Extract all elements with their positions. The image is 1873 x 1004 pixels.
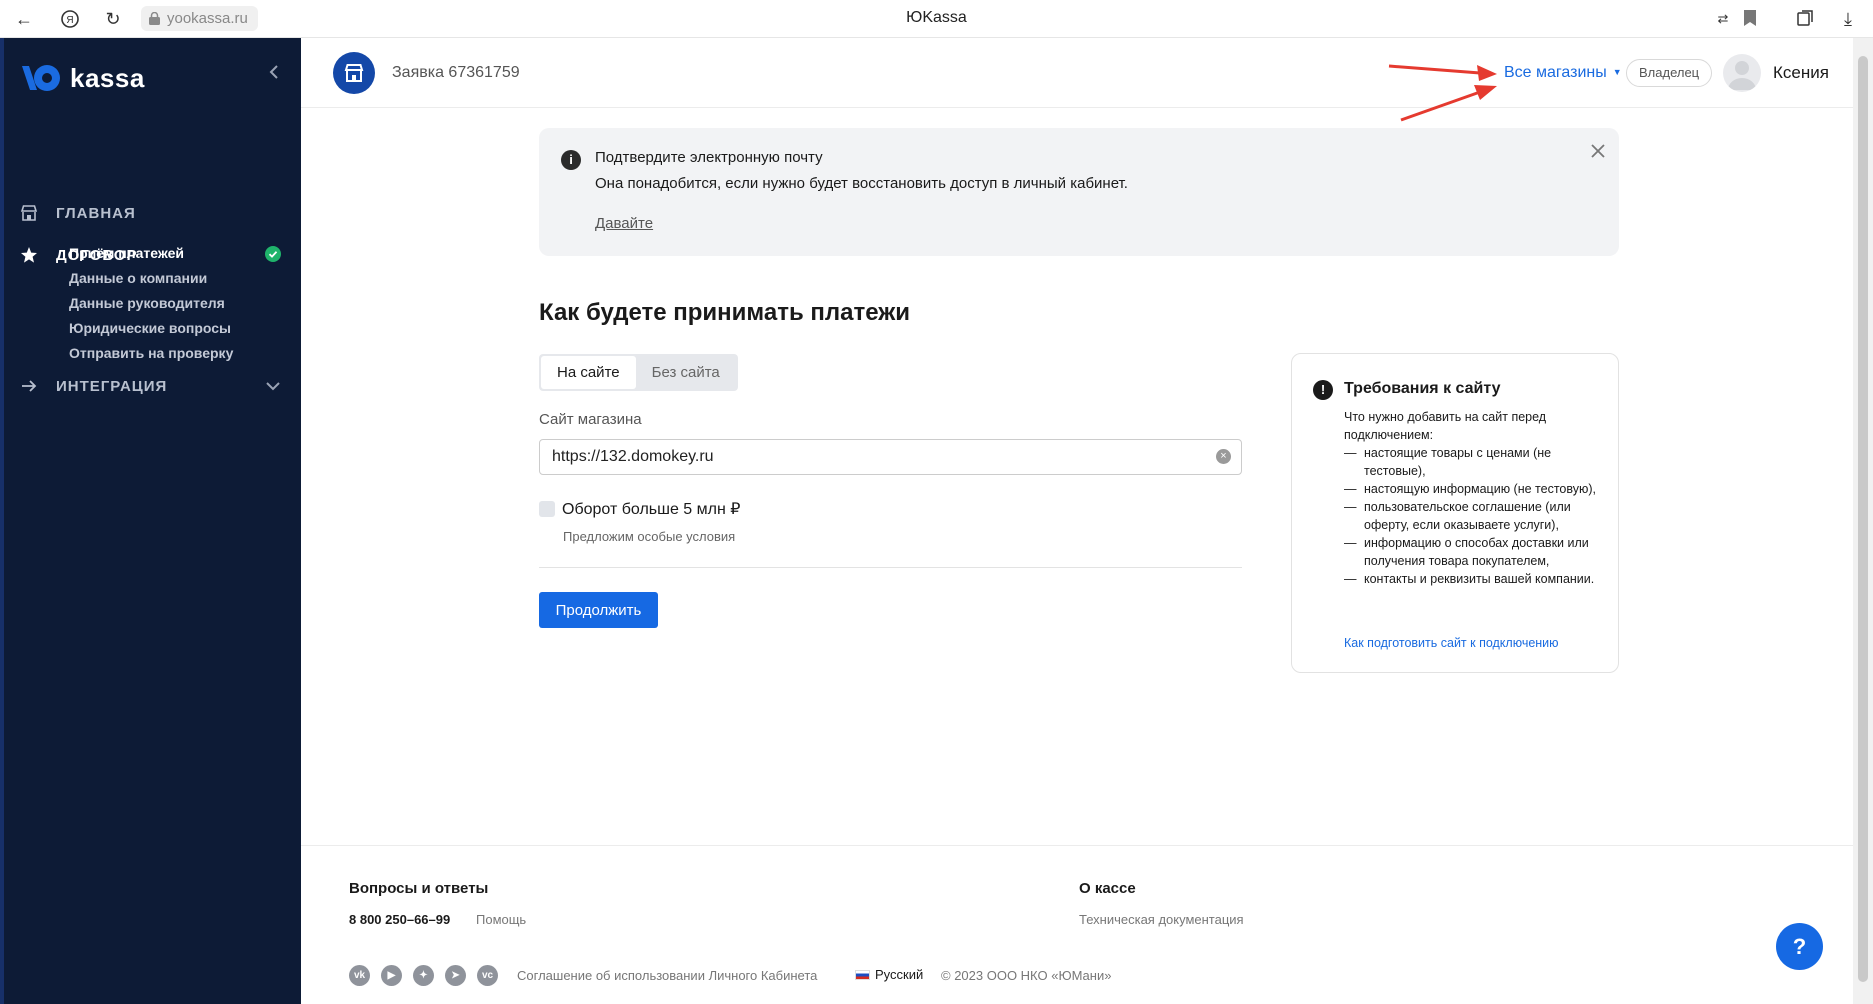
star-icon (21, 247, 37, 263)
caret-down-icon: ▼ (1612, 67, 1622, 77)
notice-confirm-link[interactable]: Давайте (595, 215, 653, 232)
yoomoney-logo-icon (20, 63, 62, 93)
sidebar-edge (0, 38, 4, 1004)
zen-icon[interactable]: ✦ (413, 965, 434, 986)
tech-docs-link[interactable]: Техническая документация (1079, 912, 1244, 927)
shop-icon (344, 64, 364, 82)
continue-button[interactable]: Продолжить (539, 592, 658, 628)
nav-sub-legal[interactable]: Юридические вопросы (69, 320, 231, 336)
logo-text: kassa (70, 62, 145, 93)
form-title: Как будете принимать платежи (539, 299, 911, 326)
sidebar: kassa ГЛАВНАЯ ДОГОВОР Приём платежей Дан… (0, 38, 301, 1004)
tab-without-site[interactable]: Без сайта (636, 356, 736, 389)
about-title: О кассе (1079, 880, 1136, 897)
telegram-icon[interactable]: ➤ (445, 965, 466, 986)
nav-home-label: ГЛАВНАЯ (56, 204, 136, 222)
requirements-title: Требования к сайту (1344, 380, 1501, 397)
notice-text: Она понадобится, если нужно будет восста… (595, 175, 1128, 192)
site-url-value: https://132.domokey.ru (552, 448, 714, 465)
store-icon (20, 205, 38, 221)
check-circle-icon (265, 246, 281, 262)
vk-icon[interactable]: vk (349, 965, 370, 986)
requirements-lead: Что нужно добавить на сайт перед подключ… (1344, 410, 1547, 442)
role-badge[interactable]: Владелец (1626, 59, 1713, 87)
translate-icon[interactable]: ⇄ (1713, 9, 1733, 29)
turnover-label[interactable]: Оборот больше 5 млн ₽ (562, 499, 740, 519)
shop-avatar[interactable] (333, 52, 375, 94)
requirements-list: настоящие товары с ценами (не тестовые),… (1344, 444, 1604, 588)
list-item: настоящие товары с ценами (не тестовые), (1344, 444, 1604, 480)
nav-sub-director[interactable]: Данные руководителя (69, 295, 225, 311)
scrollbar-thumb[interactable] (1858, 56, 1868, 982)
nav-home[interactable]: ГЛАВНАЯ (20, 201, 136, 225)
info-icon: i (561, 150, 581, 170)
top-header: Заявка 67361759 Все магазины ▼ Владелец К… (301, 38, 1853, 108)
scrollbar[interactable] (1853, 38, 1873, 1004)
clear-input-icon[interactable]: × (1216, 449, 1231, 464)
logo[interactable]: kassa (20, 60, 145, 96)
language-label: Русский (875, 967, 924, 982)
site-url-input[interactable]: https://132.domokey.ru × (539, 439, 1242, 475)
nav-integration[interactable]: ИНТЕГРАЦИЯ (20, 374, 167, 398)
prepare-site-link[interactable]: Как подготовить сайт к подключению (1344, 636, 1559, 650)
all-shops-dropdown[interactable]: Все магазины ▼ (1504, 64, 1622, 82)
email-confirm-notice: i Подтвердите электронную почту Она пона… (539, 128, 1619, 256)
user-name[interactable]: Ксения (1773, 63, 1829, 83)
site-requirements-card: ! Требования к сайту Что нужно добавить … (1291, 353, 1619, 673)
turnover-checkbox[interactable] (539, 501, 555, 517)
arrow-right-icon (22, 380, 37, 392)
agreement-link[interactable]: Соглашение об использовании Личного Каби… (517, 968, 817, 983)
collapse-sidebar-icon[interactable] (262, 60, 286, 84)
russia-flag-icon (855, 969, 870, 980)
user-icon (1728, 61, 1756, 90)
language-selector[interactable]: Русский (855, 967, 923, 982)
footer: Вопросы и ответы 8 800 250–66–99 Помощь … (301, 845, 1853, 1004)
list-item: информацию о способах доставки или получ… (1344, 534, 1604, 570)
youtube-icon[interactable]: ▶ (381, 965, 402, 986)
warning-icon: ! (1313, 380, 1333, 400)
list-item: пользовательское соглашение (или оферту,… (1344, 498, 1604, 534)
annotation-arrow-icon (1388, 64, 1497, 122)
bookmark-icon[interactable] (1740, 9, 1760, 29)
vc-icon[interactable]: vc (477, 965, 498, 986)
turnover-hint: Предложим особые условия (563, 529, 736, 544)
help-chat-button[interactable]: ? (1776, 923, 1823, 970)
social-links: vk ▶ ✦ ➤ vc (349, 965, 498, 986)
tab-on-site[interactable]: На сайте (541, 356, 636, 389)
nav-sub-payments[interactable]: Приём платежей (69, 245, 184, 261)
all-shops-label: Все магазины (1504, 64, 1607, 81)
page-title: ЮKassa (906, 9, 967, 26)
divider (539, 567, 1242, 568)
browser-toolbar: ← Я ↻ yookassa.ru ЮKassa ⇄ ⤓ (0, 0, 1873, 38)
nav-integration-label: ИНТЕГРАЦИЯ (56, 377, 168, 395)
user-avatar[interactable] (1723, 54, 1761, 92)
collections-icon[interactable] (1795, 9, 1815, 29)
nav-sub-submit[interactable]: Отправить на проверку (69, 345, 233, 361)
download-icon[interactable]: ⤓ (1838, 9, 1858, 29)
application-number: Заявка 67361759 (392, 64, 520, 81)
payment-mode-tabs: На сайте Без сайта (539, 354, 738, 391)
list-item: настоящую информацию (не тестовую), (1344, 480, 1604, 498)
support-phone[interactable]: 8 800 250–66–99 (349, 912, 450, 927)
faq-title: Вопросы и ответы (349, 880, 489, 897)
close-icon[interactable] (1589, 142, 1607, 160)
nav-sub-company[interactable]: Данные о компании (69, 270, 207, 286)
site-field-label: Сайт магазина (539, 411, 642, 428)
list-item: контакты и реквизиты вашей компании. (1344, 570, 1604, 588)
copyright: © 2023 ООО НКО «ЮМани» (941, 968, 1112, 983)
notice-title: Подтвердите электронную почту (595, 149, 823, 166)
help-link[interactable]: Помощь (476, 912, 526, 927)
chevron-down-icon[interactable] (262, 375, 284, 397)
